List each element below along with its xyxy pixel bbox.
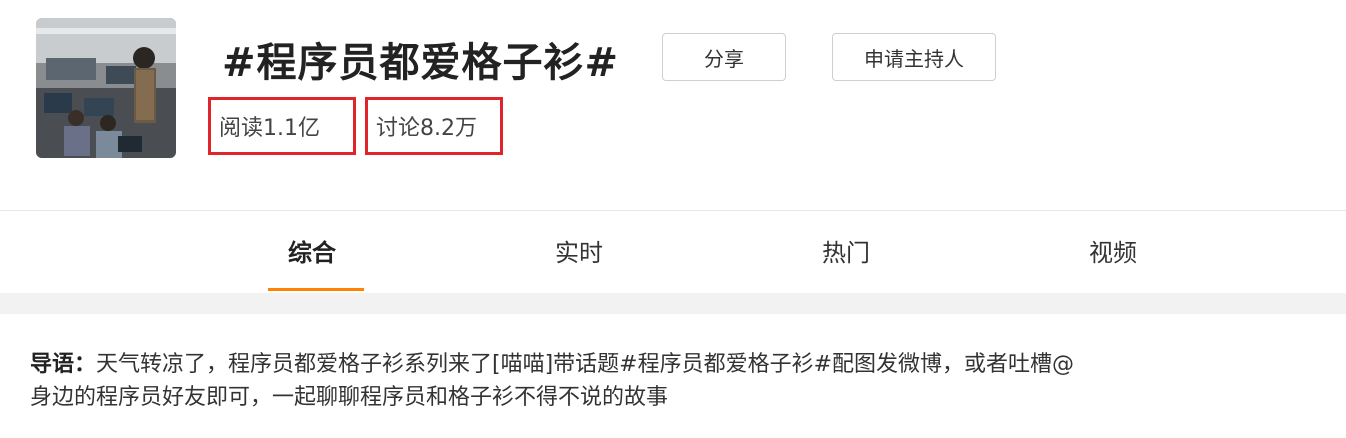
read-count-stat: 阅读1.1亿 bbox=[208, 97, 356, 155]
tab-video[interactable]: 视频 bbox=[1089, 233, 1137, 268]
tab-realtime[interactable]: 实时 bbox=[555, 233, 603, 268]
share-button[interactable]: 分享 bbox=[662, 33, 786, 81]
intro-text: 导语：天气转凉了，程序员都爱格子衫系列来了[喵喵]带话题#程序员都爱格子衫#配图… bbox=[30, 348, 1340, 414]
office-photo-image bbox=[36, 18, 176, 158]
discussion-count-stat: 讨论8.2万 bbox=[365, 97, 503, 155]
intro-line-1: 天气转凉了，程序员都爱格子衫系列来了[喵喵]带话题#程序员都爱格子衫#配图发微博… bbox=[96, 352, 1075, 377]
intro-label: 导语： bbox=[30, 352, 97, 377]
topic-tabs: 综合 实时 热门 视频 bbox=[0, 211, 1346, 293]
topic-cover-image[interactable] bbox=[36, 18, 176, 158]
intro-line-2: 身边的程序员好友即可，一起聊聊程序员和格子衫不得不说的故事 bbox=[30, 385, 669, 410]
apply-host-button[interactable]: 申请主持人 bbox=[832, 33, 996, 81]
topic-title: #程序员都爱格子衫# bbox=[222, 40, 620, 86]
tab-comprehensive[interactable]: 综合 bbox=[288, 233, 336, 268]
tab-hot[interactable]: 热门 bbox=[822, 233, 870, 268]
active-tab-indicator bbox=[268, 288, 364, 291]
topic-intro: 导语：天气转凉了，程序员都爱格子衫系列来了[喵喵]带话题#程序员都爱格子衫#配图… bbox=[0, 314, 1346, 438]
topic-header: #程序员都爱格子衫# 分享 申请主持人 阅读1.1亿 讨论8.2万 bbox=[0, 0, 1346, 210]
